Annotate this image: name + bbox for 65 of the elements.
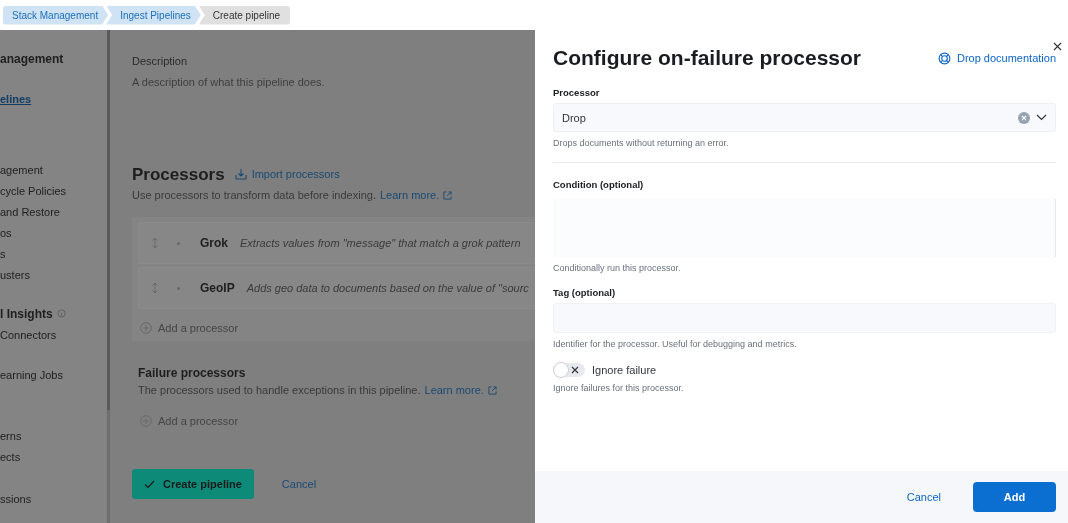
help-text: Conditionally run this processor.: [553, 263, 682, 273]
drag-handle-icon[interactable]: [151, 237, 159, 249]
processor-description: Extracts values from "message" that match a grok pattern: [240, 237, 521, 249]
create-pipeline-button[interactable]: Create pipeline: [132, 469, 254, 499]
sidebar-item[interactable]: cycle Policies: [0, 184, 67, 197]
help-text: Ignore failures for this processor.: [553, 383, 685, 393]
switch-label: Ignore failure: [592, 364, 657, 376]
plus-circle-icon: [140, 322, 152, 334]
lifebuoy-icon: [937, 51, 951, 65]
processor-name: GeoIP: [200, 281, 235, 295]
sidebar-item[interactable]: elines: [0, 92, 32, 105]
help-text: Identifier for the processor. Useful for debugging and metrics.: [553, 339, 798, 349]
help-text: Drops documents without returning an error.: [553, 138, 730, 148]
close-icon[interactable]: [1053, 42, 1062, 51]
field-label: Description: [132, 55, 189, 69]
sidebar-item[interactable]: s: [0, 247, 6, 260]
field-label: Condition (optional): [553, 179, 645, 190]
processor-row[interactable]: Grok Extracts values from "message" that match a grok pattern: [138, 222, 535, 264]
learn-more-link[interactable]: Learn more.: [424, 384, 484, 396]
processor-row[interactable]: GeoIP Adds geo data to documents based on the value of "sourc: [138, 267, 535, 309]
sidebar-item[interactable]: agement: [0, 163, 43, 176]
field-label: Tag (optional): [553, 287, 617, 298]
breadcrumb[interactable]: Create pipeline: [198, 5, 291, 25]
sidebar-item[interactable]: ssions: [0, 492, 32, 505]
sidebar-item[interactable]: earning Jobs: [0, 368, 63, 381]
info-icon: [56, 309, 66, 318]
flyout-title: Configure on-failure processor: [553, 46, 862, 70]
import-icon: [234, 168, 247, 180]
section-title: Failure processors: [138, 366, 246, 380]
import-processors-link[interactable]: Import processors: [234, 168, 340, 180]
breadcrumb[interactable]: Ingest Pipelines: [106, 5, 201, 25]
description-field[interactable]: A description of what this pipeline does.: [132, 75, 535, 89]
help-text: Use processors to transform data before indexing.: [132, 189, 376, 201]
cancel-button[interactable]: Cancel: [275, 477, 323, 491]
sidebar-item[interactable]: usters: [0, 268, 30, 281]
toggle-switch[interactable]: [553, 363, 585, 377]
scrollbar[interactable]: [107, 30, 110, 410]
help-text: The processors used to handle exceptions in this pipeline.: [138, 384, 421, 396]
sidebar-item[interactable]: os: [0, 226, 12, 239]
external-link-icon: [443, 190, 453, 200]
field-label: Processor: [553, 87, 601, 98]
breadcrumb[interactable]: Stack Management: [3, 5, 109, 25]
cross-icon: [571, 366, 579, 374]
condition-editor[interactable]: [553, 199, 1056, 257]
sidebar-item[interactable]: Connectors: [0, 328, 57, 341]
documentation-link[interactable]: Drop documentation: [937, 51, 1056, 65]
processor-name: Grok: [200, 236, 228, 250]
processor-description: Adds geo data to documents based on the value of "sourc: [246, 282, 529, 294]
learn-more-link[interactable]: Learn more.: [379, 189, 440, 201]
clear-icon[interactable]: [1018, 111, 1030, 124]
add-processor-button[interactable]: Add a processor: [140, 414, 535, 428]
sidebar-item[interactable]: erns: [0, 429, 22, 442]
add-button[interactable]: Add: [973, 482, 1056, 512]
add-processor-button[interactable]: Add a processor: [140, 321, 535, 335]
chevron-down-icon[interactable]: [1036, 114, 1047, 121]
check-icon: [144, 479, 155, 489]
drag-handle-icon[interactable]: [151, 282, 159, 294]
external-link-icon: [487, 385, 497, 395]
sidebar-heading: l Insights: [0, 306, 53, 321]
section-title: Processors: [132, 165, 225, 185]
processor-select[interactable]: Drop: [553, 103, 1056, 132]
sidebar-item[interactable]: ects: [0, 450, 21, 463]
cancel-button[interactable]: Cancel: [900, 490, 947, 504]
sidebar-item[interactable]: and Restore: [0, 205, 60, 218]
sidebar-heading: anagement: [0, 51, 64, 66]
